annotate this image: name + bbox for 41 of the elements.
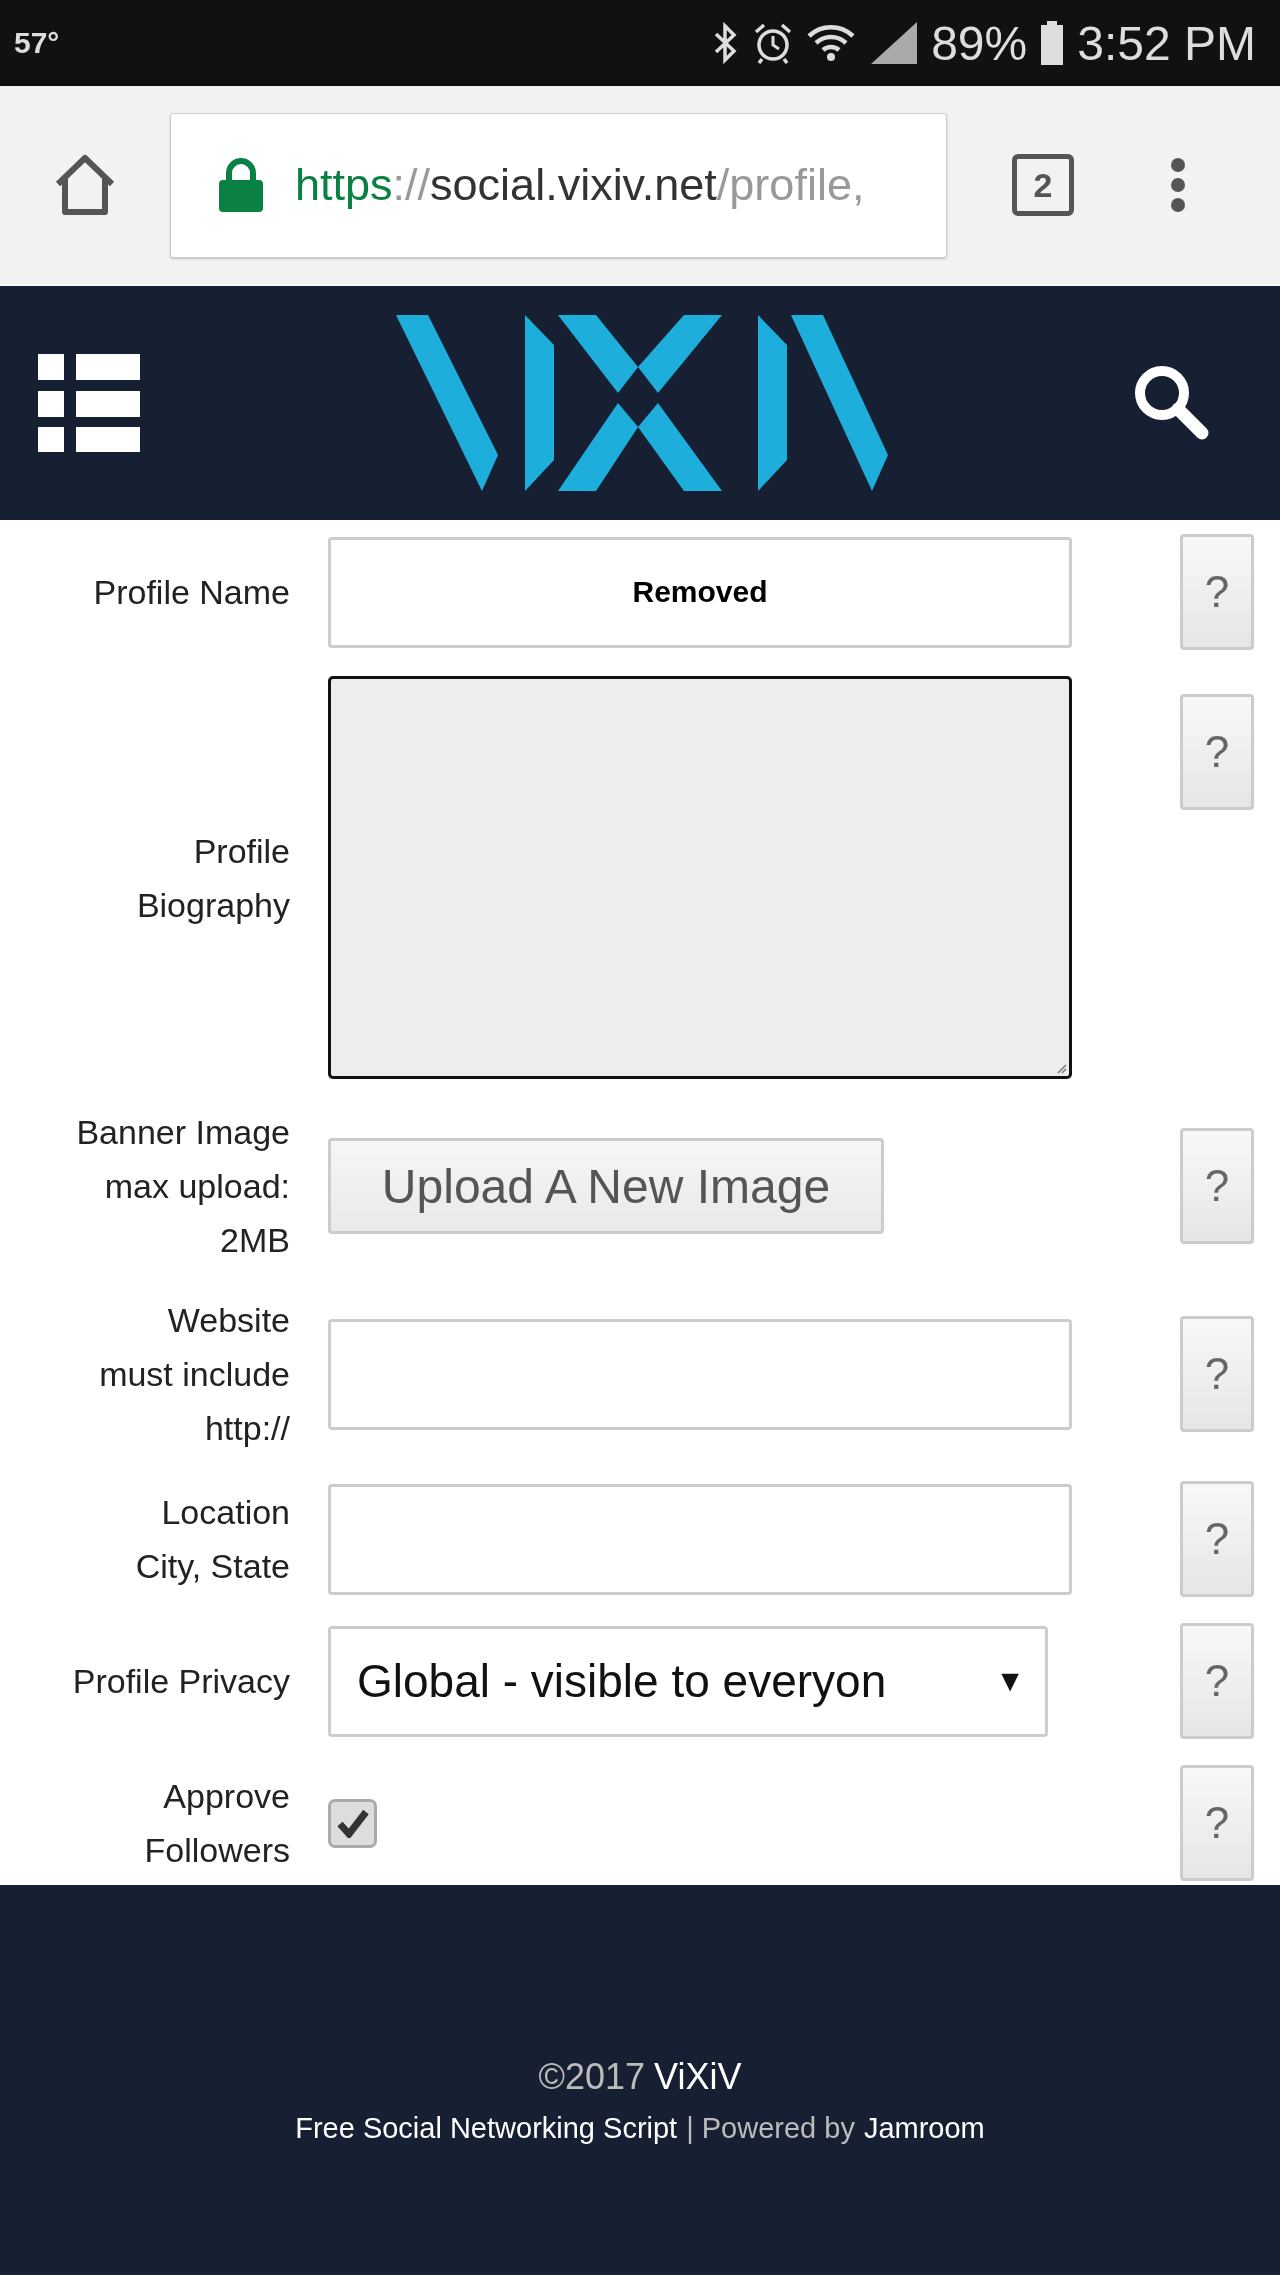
field-label: Banner Image max upload: 2MB — [75, 1112, 290, 1261]
check-icon — [336, 1808, 369, 1838]
field-label: Approve Followers — [143, 1776, 290, 1871]
field-label: Location City, State — [134, 1492, 290, 1587]
field-label: Profile Privacy — [71, 1661, 290, 1702]
copyright-text: ©2017 — [538, 2055, 646, 2098]
text-field[interactable]: Removed — [328, 536, 1072, 648]
help-button[interactable]: ? — [1180, 1623, 1254, 1739]
signal-icon — [869, 22, 918, 64]
alarm-icon — [753, 22, 794, 64]
battery-icon — [1041, 21, 1064, 65]
address-bar[interactable]: https://social.vixiv.net/profile, — [170, 112, 947, 258]
battery-percentage: 89% — [931, 15, 1028, 71]
text-area[interactable] — [328, 676, 1072, 1079]
help-button[interactable]: ? — [1180, 1481, 1254, 1597]
help-button[interactable]: ? — [1180, 534, 1254, 650]
wifi-icon — [807, 24, 856, 62]
field-label: Profile Name — [92, 572, 290, 613]
powered-by-text: | Powered by — [686, 2111, 855, 2145]
field-label: Profile Biography — [135, 830, 290, 926]
checkbox[interactable] — [328, 1798, 377, 1848]
help-button[interactable]: ? — [1180, 1128, 1254, 1244]
more-menu-icon[interactable] — [1170, 157, 1186, 213]
jamroom-link[interactable]: Jamroom — [863, 2111, 985, 2145]
site-logo[interactable] — [396, 315, 888, 491]
url-text: https://social.vixiv.net/profile, — [295, 159, 865, 211]
privacy-dropdown[interactable]: Global - visible to everyon ▼ — [328, 1625, 1048, 1737]
help-button[interactable]: ? — [1180, 1316, 1254, 1432]
temperature-text: 57° — [14, 26, 60, 60]
help-button[interactable]: ? — [1180, 694, 1254, 810]
help-button[interactable]: ? — [1180, 1765, 1254, 1881]
resize-handle-icon[interactable] — [1055, 1062, 1067, 1074]
field-label: Website must include http:// — [98, 1300, 290, 1449]
text-field[interactable] — [328, 1318, 1072, 1430]
site-link[interactable]: ViXiV — [654, 2055, 742, 2098]
script-link[interactable]: Free Social Networking Script — [295, 2111, 678, 2145]
tab-count[interactable]: 2 — [1012, 154, 1074, 216]
text-field[interactable] — [328, 1483, 1072, 1595]
menu-icon[interactable] — [38, 354, 140, 452]
clock-time: 3:52 PM — [1077, 15, 1256, 71]
upload-button[interactable]: Upload A New Image — [328, 1138, 884, 1234]
